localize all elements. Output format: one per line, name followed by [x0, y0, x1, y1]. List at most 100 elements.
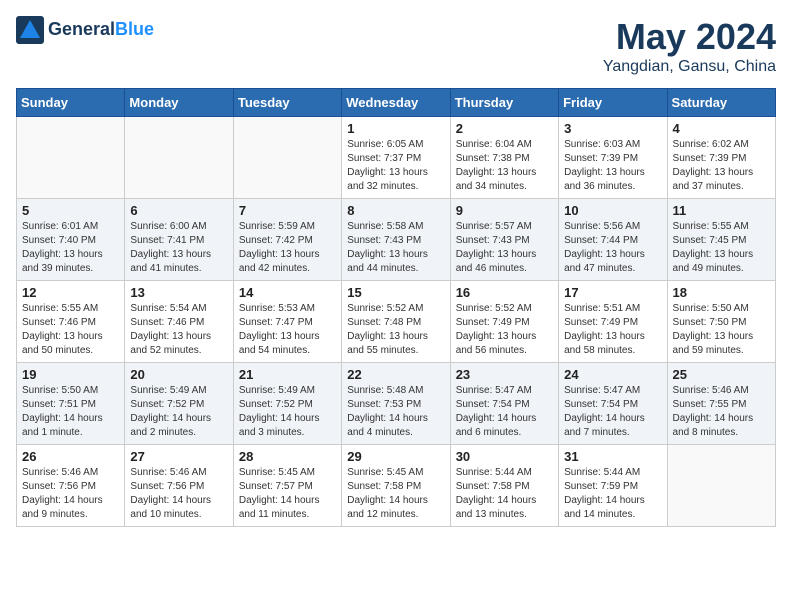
- calendar-cell: 6Sunrise: 6:00 AMSunset: 7:41 PMDaylight…: [125, 199, 233, 281]
- calendar-cell: 3Sunrise: 6:03 AMSunset: 7:39 PMDaylight…: [559, 117, 667, 199]
- cell-info-line: Sunset: 7:56 PM: [130, 480, 227, 494]
- calendar-cell: [17, 117, 125, 199]
- cell-info-line: and 54 minutes.: [239, 344, 336, 358]
- cell-info-line: Sunset: 7:38 PM: [456, 152, 553, 166]
- logo: GeneralBlue: [16, 16, 154, 44]
- weekday-header-sunday: Sunday: [17, 89, 125, 117]
- cell-info-line: and 9 minutes.: [22, 508, 119, 522]
- calendar-cell: 21Sunrise: 5:49 AMSunset: 7:52 PMDayligh…: [233, 363, 341, 445]
- cell-info-line: and 14 minutes.: [564, 508, 661, 522]
- calendar-cell: 15Sunrise: 5:52 AMSunset: 7:48 PMDayligh…: [342, 281, 450, 363]
- day-number: 30: [456, 449, 553, 464]
- cell-info-line: Sunset: 7:40 PM: [22, 234, 119, 248]
- calendar-cell: 31Sunrise: 5:44 AMSunset: 7:59 PMDayligh…: [559, 445, 667, 527]
- cell-info-line: Daylight: 13 hours: [347, 166, 444, 180]
- page-header: GeneralBlue May 2024 Yangdian, Gansu, Ch…: [16, 16, 776, 76]
- calendar-cell: 20Sunrise: 5:49 AMSunset: 7:52 PMDayligh…: [125, 363, 233, 445]
- cell-info-line: Daylight: 13 hours: [130, 330, 227, 344]
- day-number: 11: [673, 203, 770, 218]
- cell-info-line: and 1 minute.: [22, 426, 119, 440]
- cell-info-line: Sunrise: 5:50 AM: [22, 384, 119, 398]
- calendar-cell: 9Sunrise: 5:57 AMSunset: 7:43 PMDaylight…: [450, 199, 558, 281]
- day-number: 29: [347, 449, 444, 464]
- day-number: 3: [564, 121, 661, 136]
- day-number: 18: [673, 285, 770, 300]
- cell-info-line: Sunset: 7:58 PM: [347, 480, 444, 494]
- cell-info-line: Daylight: 13 hours: [673, 248, 770, 262]
- cell-info-line: and 12 minutes.: [347, 508, 444, 522]
- calendar-cell: 26Sunrise: 5:46 AMSunset: 7:56 PMDayligh…: [17, 445, 125, 527]
- calendar-cell: [233, 117, 341, 199]
- calendar-cell: 8Sunrise: 5:58 AMSunset: 7:43 PMDaylight…: [342, 199, 450, 281]
- day-number: 24: [564, 367, 661, 382]
- cell-info-line: Sunrise: 5:52 AM: [456, 302, 553, 316]
- cell-info-line: Sunrise: 5:48 AM: [347, 384, 444, 398]
- cell-info-line: Sunrise: 5:44 AM: [456, 466, 553, 480]
- cell-info-line: and 42 minutes.: [239, 262, 336, 276]
- day-number: 14: [239, 285, 336, 300]
- cell-info-line: Sunset: 7:58 PM: [456, 480, 553, 494]
- cell-info-line: and 36 minutes.: [564, 180, 661, 194]
- cell-info-line: Daylight: 13 hours: [456, 166, 553, 180]
- day-number: 20: [130, 367, 227, 382]
- week-row-2: 5Sunrise: 6:01 AMSunset: 7:40 PMDaylight…: [17, 199, 776, 281]
- cell-info-line: Sunrise: 5:52 AM: [347, 302, 444, 316]
- calendar-cell: 13Sunrise: 5:54 AMSunset: 7:46 PMDayligh…: [125, 281, 233, 363]
- cell-info-line: Sunset: 7:54 PM: [456, 398, 553, 412]
- cell-info-line: and 6 minutes.: [456, 426, 553, 440]
- calendar-cell: 23Sunrise: 5:47 AMSunset: 7:54 PMDayligh…: [450, 363, 558, 445]
- cell-info-line: Sunrise: 6:02 AM: [673, 138, 770, 152]
- cell-info-line: Daylight: 14 hours: [456, 412, 553, 426]
- cell-info-line: Sunset: 7:57 PM: [239, 480, 336, 494]
- cell-info-line: Daylight: 13 hours: [239, 248, 336, 262]
- calendar-cell: 27Sunrise: 5:46 AMSunset: 7:56 PMDayligh…: [125, 445, 233, 527]
- cell-info-line: and 37 minutes.: [673, 180, 770, 194]
- day-number: 23: [456, 367, 553, 382]
- cell-info-line: and 59 minutes.: [673, 344, 770, 358]
- cell-info-line: and 3 minutes.: [239, 426, 336, 440]
- cell-info-line: Daylight: 13 hours: [22, 330, 119, 344]
- cell-info-line: and 8 minutes.: [673, 426, 770, 440]
- cell-info-line: Sunset: 7:56 PM: [22, 480, 119, 494]
- cell-info-line: and 50 minutes.: [22, 344, 119, 358]
- week-row-3: 12Sunrise: 5:55 AMSunset: 7:46 PMDayligh…: [17, 281, 776, 363]
- logo-icon: [16, 16, 44, 44]
- calendar-cell: 16Sunrise: 5:52 AMSunset: 7:49 PMDayligh…: [450, 281, 558, 363]
- calendar-subtitle: Yangdian, Gansu, China: [603, 58, 776, 76]
- cell-info-line: Daylight: 14 hours: [347, 412, 444, 426]
- cell-info-line: Sunrise: 6:03 AM: [564, 138, 661, 152]
- cell-info-line: Daylight: 14 hours: [130, 494, 227, 508]
- day-number: 25: [673, 367, 770, 382]
- day-number: 19: [22, 367, 119, 382]
- cell-info-line: Sunset: 7:54 PM: [564, 398, 661, 412]
- weekday-header-thursday: Thursday: [450, 89, 558, 117]
- calendar-cell: 29Sunrise: 5:45 AMSunset: 7:58 PMDayligh…: [342, 445, 450, 527]
- cell-info-line: Sunset: 7:52 PM: [130, 398, 227, 412]
- cell-info-line: Sunset: 7:50 PM: [673, 316, 770, 330]
- day-number: 6: [130, 203, 227, 218]
- cell-info-line: and 55 minutes.: [347, 344, 444, 358]
- calendar-cell: 10Sunrise: 5:56 AMSunset: 7:44 PMDayligh…: [559, 199, 667, 281]
- cell-info-line: Sunrise: 5:59 AM: [239, 220, 336, 234]
- cell-info-line: Sunset: 7:49 PM: [456, 316, 553, 330]
- cell-info-line: and 11 minutes.: [239, 508, 336, 522]
- cell-info-line: Sunrise: 5:46 AM: [22, 466, 119, 480]
- cell-info-line: Sunset: 7:47 PM: [239, 316, 336, 330]
- cell-info-line: Daylight: 13 hours: [456, 330, 553, 344]
- calendar-cell: 14Sunrise: 5:53 AMSunset: 7:47 PMDayligh…: [233, 281, 341, 363]
- calendar-cell: 2Sunrise: 6:04 AMSunset: 7:38 PMDaylight…: [450, 117, 558, 199]
- cell-info-line: and 44 minutes.: [347, 262, 444, 276]
- calendar-table: SundayMondayTuesdayWednesdayThursdayFrid…: [16, 88, 776, 527]
- cell-info-line: Sunset: 7:49 PM: [564, 316, 661, 330]
- cell-info-line: Daylight: 13 hours: [673, 330, 770, 344]
- day-number: 7: [239, 203, 336, 218]
- cell-info-line: and 49 minutes.: [673, 262, 770, 276]
- day-number: 10: [564, 203, 661, 218]
- cell-info-line: Daylight: 13 hours: [564, 330, 661, 344]
- cell-info-line: and 58 minutes.: [564, 344, 661, 358]
- calendar-cell: 11Sunrise: 5:55 AMSunset: 7:45 PMDayligh…: [667, 199, 775, 281]
- calendar-cell: 24Sunrise: 5:47 AMSunset: 7:54 PMDayligh…: [559, 363, 667, 445]
- day-number: 1: [347, 121, 444, 136]
- cell-info-line: Sunset: 7:53 PM: [347, 398, 444, 412]
- cell-info-line: and 2 minutes.: [130, 426, 227, 440]
